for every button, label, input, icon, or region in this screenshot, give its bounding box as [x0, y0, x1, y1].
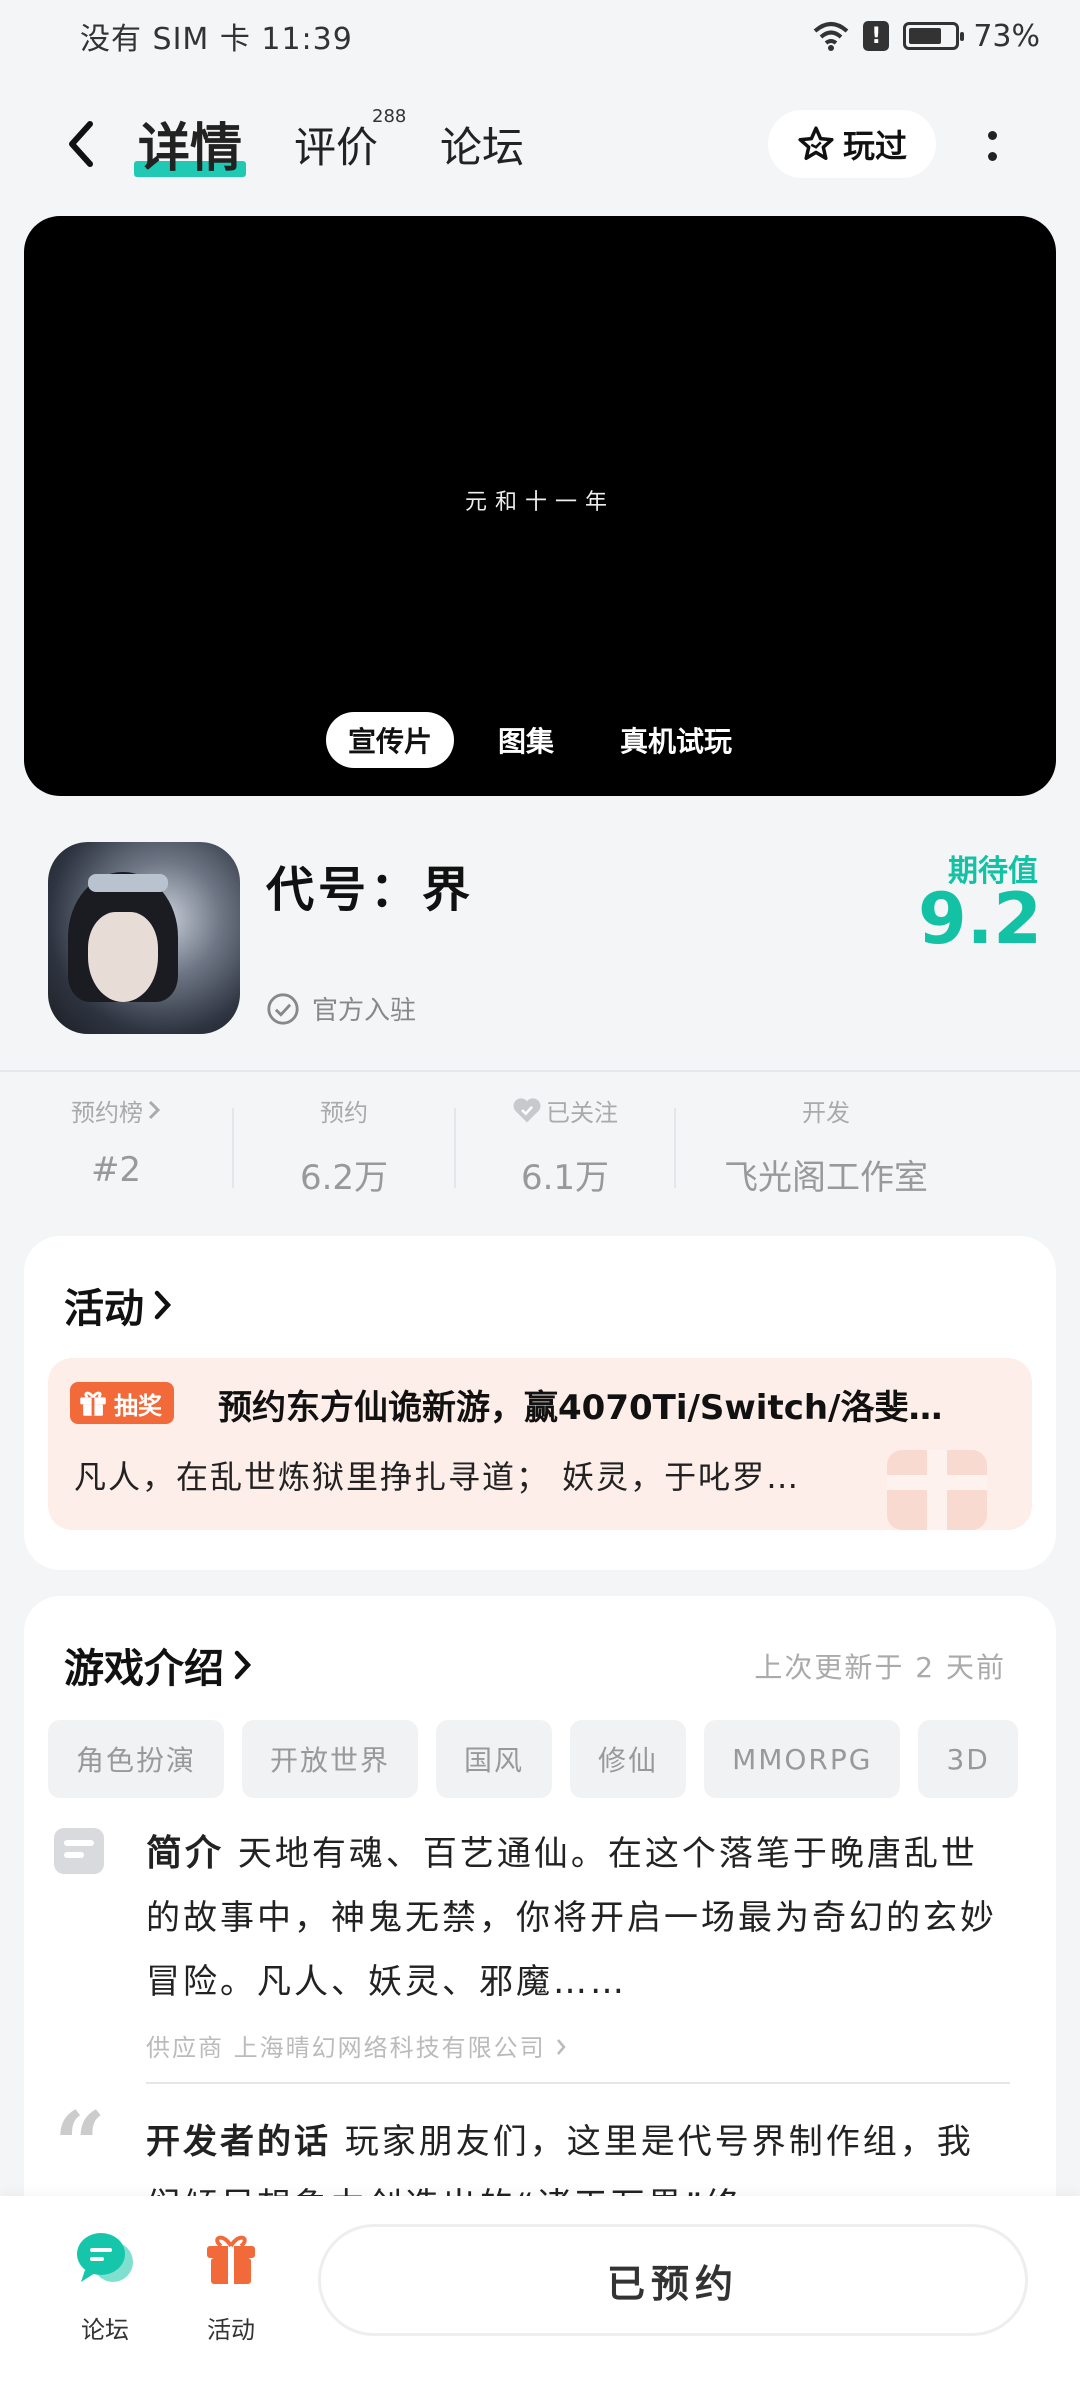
battery-percent: 73% [973, 18, 1040, 54]
stat-reservations-label: 预约 [320, 1098, 368, 1127]
played-button[interactable]: 玩过 [768, 110, 936, 178]
lottery-badge: 抽奖 [70, 1382, 174, 1424]
tag-chip[interactable]: 3D [918, 1720, 1018, 1798]
activity-section-title: 活动 [64, 1286, 144, 1332]
tab-forum[interactable]: 论坛 [440, 114, 524, 175]
star-icon [798, 126, 834, 160]
activity-description: 凡人，在乱世炼狱里挣扎寻道； 妖灵，于叱罗… [74, 1458, 801, 1496]
summary-label: 简介 [146, 1833, 225, 1874]
summary-icon-line [64, 1852, 84, 1858]
battery-icon [903, 22, 965, 50]
reviews-count-badge: 288 [372, 106, 407, 127]
lottery-badge-label: 抽奖 [114, 1391, 162, 1420]
quote-icon: “ [54, 2092, 106, 2198]
stat-reservations-value: 6.2万 [299, 1158, 389, 1198]
tab-reviews-label: 评价 [294, 123, 379, 172]
tab-detail[interactable]: 详情 [134, 106, 247, 181]
stat-developer-label: 开发 [802, 1098, 850, 1127]
status-bar: 没有 SIM 卡 11:39 ! 73% [0, 0, 1080, 72]
heart-icon [513, 1098, 541, 1123]
gift-icon [207, 2235, 255, 2284]
activity-item[interactable]: 抽奖 预约东方仙诡新游，赢4070Ti/Switch/洛斐… 凡人，在乱世炼狱里… [48, 1358, 1032, 1530]
stat-rank-label-row: 预约榜 [0, 1090, 232, 1130]
intro-section-title: 游戏介绍 [64, 1646, 224, 1692]
supplier-text: 供应商 上海晴幻网络科技有限公司 [146, 2034, 546, 2062]
stat-reservations: 预约 6.2万 [234, 1090, 454, 1210]
intro-section-header[interactable]: 游戏介绍 [64, 1636, 254, 1694]
more-dot-icon [987, 152, 997, 161]
media-tab-demo[interactable]: 真机试玩 [598, 712, 754, 768]
gift-watermark-icon [887, 1450, 987, 1530]
stat-developer[interactable]: 开发 飞光阁工作室 [676, 1090, 976, 1210]
tag-chip[interactable]: 国风 [436, 1720, 553, 1798]
tab-reviews[interactable]: 评价 288 [294, 106, 406, 175]
stat-rank-value: #2 [90, 1150, 142, 1190]
media-tabs: 宣传片 图集 真机试玩 [24, 712, 1056, 768]
summary-text[interactable]: 简介 天地有魂、百艺通仙。在这个落笔于晚唐乱世的故事中，神鬼无禁，你将开启一场最… [146, 1822, 1006, 2014]
game-icon[interactable] [48, 842, 240, 1034]
reserved-button[interactable]: 已预约 [318, 2224, 1028, 2336]
gift-icon [80, 1391, 106, 1416]
summary-icon [54, 1828, 104, 1874]
bottom-action-bar: 论坛 活动 已预约 [0, 2196, 1080, 2400]
more-dot-icon [987, 131, 997, 140]
bottom-activity-button[interactable]: 活动 [176, 2226, 286, 2345]
check-circle-icon [267, 992, 299, 1025]
top-nav: 详情 评价 288 论坛 玩过 [0, 100, 1080, 190]
forum-chat-icon [77, 2233, 133, 2282]
stat-rank-label: 预约榜 [71, 1098, 143, 1127]
activity-section-header[interactable]: 活动 [64, 1276, 174, 1334]
tag-chip[interactable]: 修仙 [570, 1720, 687, 1798]
tag-chip[interactable]: MMORPG [704, 1720, 901, 1798]
video-player[interactable]: 元和十一年 宣传片 图集 真机试玩 [24, 216, 1056, 796]
supplier[interactable]: 供应商 上海晴幻网络科技有限公司 [146, 2028, 567, 2063]
tab-detail-label: 详情 [138, 119, 243, 179]
stat-followed-label: 已关注 [546, 1098, 618, 1127]
tag-chip[interactable]: 开放世界 [242, 1720, 419, 1798]
video-caption: 元和十一年 [464, 490, 615, 515]
battery-fill [909, 28, 942, 44]
icon-face [88, 912, 158, 1002]
stat-followed-value: 6.1万 [520, 1158, 610, 1198]
bottom-forum-button[interactable]: 论坛 [50, 2226, 160, 2345]
status-icons: ! 73% [813, 19, 1040, 54]
carrier-time: 没有 SIM 卡 11:39 [80, 22, 353, 57]
media-tab-gallery[interactable]: 图集 [476, 712, 576, 768]
chevron-right-icon [234, 1650, 252, 1680]
wifi-icon [813, 22, 849, 51]
chevron-left-icon [69, 121, 93, 167]
tag-list: 角色扮演 开放世界 国风 修仙 MMORPG 3D [48, 1720, 1018, 1798]
back-button[interactable] [54, 116, 110, 172]
chevron-right-icon [148, 1100, 161, 1120]
tag-chip[interactable]: 角色扮演 [48, 1720, 225, 1798]
developer-note-label: 开发者的话 [146, 2122, 331, 2162]
stat-rank[interactable]: 预约榜 #2 [0, 1090, 232, 1210]
summary-body: 天地有魂、百艺通仙。在这个落笔于晚唐乱世的故事中，神鬼无禁，你将开启一场最为奇幻… [146, 1834, 997, 2002]
played-label: 玩过 [842, 127, 907, 165]
alert-icon: ! [863, 21, 890, 51]
bottom-activity-label: 活动 [207, 2316, 255, 2344]
stat-followed-label-row: 已关注 [456, 1090, 674, 1130]
official-badge: 官方入驻 [266, 990, 416, 1027]
intro-divider [146, 2082, 1010, 2084]
game-title: 代号：界 [266, 862, 475, 918]
activity-card: 活动 抽奖 预约东方仙诡新游，赢4070Ti/Switch/洛斐… 凡人，在乱世… [24, 1236, 1056, 1570]
last-updated: 上次更新于 2 天前 [754, 1651, 1006, 1684]
media-tab-trailer[interactable]: 宣传片 [325, 712, 454, 768]
tab-forum-label: 论坛 [440, 123, 525, 172]
chevron-right-icon [557, 2039, 566, 2055]
summary-icon-line [64, 1840, 94, 1846]
bottom-forum-label: 论坛 [81, 2316, 129, 2344]
icon-headpiece [88, 874, 168, 892]
stat-developer-value: 飞光阁工作室 [724, 1158, 928, 1198]
divider [0, 1070, 1080, 1072]
stats-row: 预约榜 #2 预约 6.2万 已关注 6.1万 开发 飞光阁工作室 [0, 1090, 1080, 1210]
expect-score: 9.2 [917, 878, 1042, 960]
chevron-right-icon [154, 1290, 172, 1320]
stat-followed[interactable]: 已关注 6.1万 [456, 1090, 674, 1210]
more-options-button[interactable] [972, 118, 1012, 174]
official-label: 官方入驻 [312, 996, 417, 1026]
